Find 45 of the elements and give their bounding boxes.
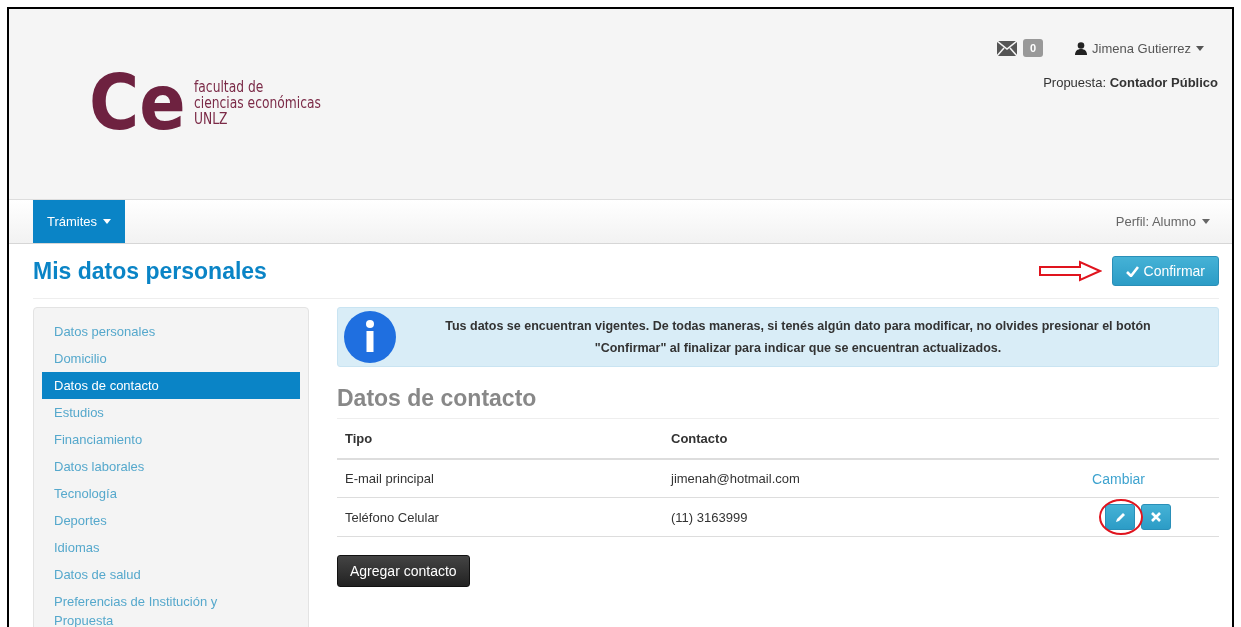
sidebar-item[interactable]: Idiomas — [42, 534, 300, 561]
sidebar-item[interactable]: Datos de contacto — [42, 372, 300, 399]
user-menu[interactable]: Jimena Gutierrez — [1075, 40, 1204, 56]
close-icon — [1151, 512, 1161, 522]
nav-menu[interactable]: Trámites — [33, 200, 126, 243]
edit-button[interactable] — [1105, 504, 1135, 530]
table-cell: jimenah@hotmail.com — [663, 459, 963, 498]
check-icon — [1125, 265, 1139, 277]
proposal-text: Propuesta: Contador Público — [1043, 75, 1218, 90]
caret-icon — [1202, 219, 1210, 224]
caret-icon — [1196, 45, 1204, 51]
sidebar-item[interactable]: Tecnología — [42, 480, 300, 507]
change-link[interactable]: Cambiar — [1092, 470, 1145, 487]
logo-text: UNLZ — [193, 111, 229, 127]
page-title: Mis datos personales — [33, 257, 267, 285]
table-cell: E-mail principal — [337, 459, 663, 498]
highlight-ellipse — [1099, 498, 1143, 536]
user-icon — [1075, 41, 1087, 55]
sidebar-item[interactable]: Preferencias de Institución y Propuesta — [42, 588, 300, 627]
logo-text: facultad de — [193, 79, 263, 95]
sidebar-item[interactable]: Domicilio — [42, 345, 300, 372]
column-header: Contacto — [663, 419, 963, 459]
logo-text: ciencias económicas — [193, 95, 321, 111]
delete-button[interactable] — [1141, 504, 1171, 530]
sidebar-item[interactable]: Datos laborales — [42, 453, 300, 480]
sidebar-item[interactable]: Estudios — [42, 399, 300, 426]
pencil-icon — [1114, 511, 1126, 523]
sidebar-item[interactable]: Deportes — [42, 507, 300, 534]
mail-icon[interactable] — [996, 40, 1017, 56]
message-count: 0 — [1022, 39, 1043, 57]
caret-icon — [103, 219, 112, 224]
section-title: Datos de contacto — [337, 385, 1219, 419]
table-cell: Teléfono Celular — [337, 497, 663, 537]
logo-mark: Ce — [89, 65, 187, 141]
sidebar-item[interactable]: Financiamiento — [42, 426, 300, 453]
arrow-drawing — [1037, 260, 1102, 282]
profile-menu[interactable]: Perfil: Alumno — [1115, 200, 1210, 243]
alert-text: Tus datos se encuentran vigentes. De todas maneras, si tenés algún dato para modificar, no olvides presionar el botón "Confirmar" al finalizar para indicar que se encuentran actualizados. — [444, 318, 1152, 357]
info-icon — [344, 311, 396, 363]
confirm-button[interactable]: Confirmar — [1111, 256, 1219, 286]
sidebar-item[interactable]: Datos personales — [42, 318, 300, 345]
sidebar-item[interactable]: Datos de salud — [42, 561, 300, 588]
column-header: Tipo — [337, 419, 663, 459]
table-cell: (11) 3163999 — [663, 497, 963, 537]
add-contact-button[interactable]: Agregar contacto — [337, 555, 470, 587]
